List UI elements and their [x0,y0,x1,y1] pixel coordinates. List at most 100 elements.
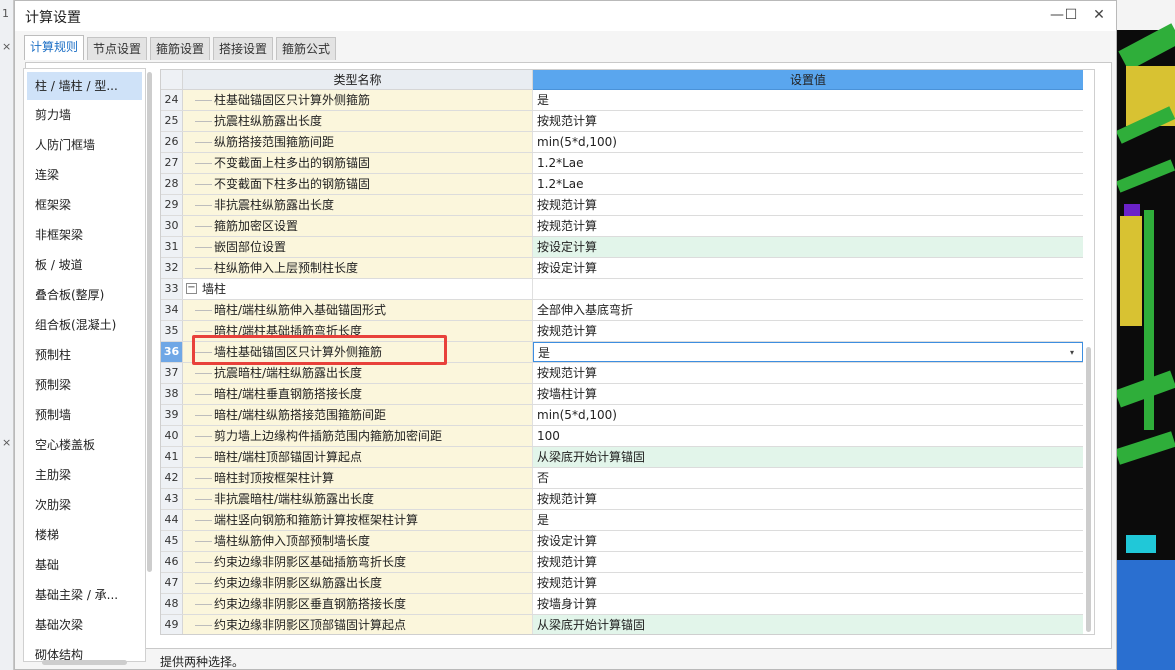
type-name-cell: 端柱竖向钢筋和箍筋计算按框架柱计算 [183,510,533,530]
setting-value-cell[interactable]: 是 [533,90,1083,110]
setting-value-cell[interactable]: 是 [533,510,1083,530]
category-item[interactable]: 空心楼盖板 [24,430,145,460]
table-row[interactable]: 28 不变截面下柱多出的钢筋锚固 1.2*Lae [161,174,1083,195]
category-item[interactable]: 叠合板(整厚) [24,280,145,310]
setting-value-cell[interactable]: 按设定计算 [533,237,1083,257]
group-row[interactable]: 33− 墙柱 [161,279,1083,300]
setting-value-cell[interactable]: 否 [533,468,1083,488]
setting-value-cell[interactable]: 按规范计算 [533,489,1083,509]
table-row[interactable]: 49 约束边缘非阴影区顶部锚固计算起点 从梁底开始计算锚固 [161,615,1083,634]
category-item[interactable]: 人防门框墙 [24,130,145,160]
type-name-cell: 柱纵筋伸入上层预制柱长度 [183,258,533,278]
table-row[interactable]: 31 嵌固部位设置 按设定计算 [161,237,1083,258]
category-item[interactable]: 板 / 坡道 [24,250,145,280]
category-item[interactable]: 连梁 [24,160,145,190]
category-list: 柱 / 墙柱 / 型... 剪力墙 人防门框墙 连梁 框架梁 非框架梁板 / 坡道 叠合板(… [23,68,146,662]
setting-value-cell[interactable]: 按设定计算 [533,531,1083,551]
tab-lap-settings[interactable]: 搭接设置 [213,37,273,60]
category-list-scrollbar[interactable] [146,70,153,572]
background-app-left-strip: 1 × × [0,0,14,670]
setting-value-cell[interactable]: 从梁底开始计算锚固 [533,447,1083,467]
category-item[interactable]: 楼梯 [24,520,145,550]
setting-value-cell[interactable]: 按墙身计算 [533,594,1083,614]
setting-value-cell[interactable]: 按设定计算 [533,258,1083,278]
setting-value-cell[interactable]: 按规范计算 [533,195,1083,215]
table-row[interactable]: 38 暗柱/端柱垂直钢筋搭接长度 按墙柱计算 [161,384,1083,405]
tab-node-settings[interactable]: 节点设置 [87,37,147,60]
category-item[interactable]: 非框架梁 [24,220,145,250]
setting-value-cell[interactable]: 从梁底开始计算锚固 [533,615,1083,634]
tab-stirrup-settings[interactable]: 箍筋设置 [150,37,210,60]
type-name-text: 纵筋搭接范围箍筋间距 [214,135,335,149]
table-row[interactable]: 42 暗柱封顶按框架柱计算 否 [161,468,1083,489]
table-row[interactable]: 46 约束边缘非阴影区基础插筋弯折长度 按规范计算 [161,552,1083,573]
scrollbar-thumb[interactable] [1086,347,1091,632]
row-number: 40 [161,426,183,446]
type-name-cell: 暗柱/端柱垂直钢筋搭接长度 [183,384,533,404]
bg-3d-slab [1126,535,1156,553]
category-item[interactable]: 剪力墙 [24,100,145,130]
category-item[interactable]: 框架梁 [24,190,145,220]
tree-connector [195,100,212,101]
category-item[interactable]: 砌体结构 [24,640,145,661]
category-item[interactable]: 主肋梁 [24,460,145,490]
close-icon[interactable]: ✕ [1085,4,1113,26]
category-item[interactable]: 基础 [24,550,145,580]
category-item[interactable]: 预制梁 [24,370,145,400]
category-item[interactable]: 预制墙 [24,400,145,430]
category-item[interactable]: 预制柱 [24,340,145,370]
table-row[interactable]: 41 暗柱/端柱顶部锚固计算起点 从梁底开始计算锚固 [161,447,1083,468]
table-row[interactable]: 24 柱基础锚固区只计算外侧箍筋 是 [161,90,1083,111]
category-item[interactable]: 柱 / 墙柱 / 型... [27,72,142,100]
setting-value-cell[interactable]: 按墙柱计算 [533,384,1083,404]
tab-calc-rules[interactable]: 计算规则 [24,35,84,60]
setting-value-cell[interactable]: 按规范计算 [533,552,1083,572]
setting-value-cell[interactable]: 1.2*Lae [533,174,1083,194]
tree-connector [195,415,212,416]
setting-value-dropdown[interactable]: 是 ▾ [533,342,1083,362]
setting-value-cell[interactable]: 100 [533,426,1083,446]
setting-value-cell[interactable]: 按规范计算 [533,321,1083,341]
setting-value-cell[interactable]: 全部伸入基底弯折 [533,300,1083,320]
table-row[interactable]: 32 柱纵筋伸入上层预制柱长度 按设定计算 [161,258,1083,279]
table-row[interactable]: 29 非抗震柱纵筋露出长度 按规范计算 [161,195,1083,216]
tree-connector [195,457,212,458]
category-item[interactable]: 次肋梁 [24,490,145,520]
setting-value-cell[interactable]: 按规范计算 [533,216,1083,236]
setting-value-cell[interactable]: 按规范计算 [533,111,1083,131]
table-row[interactable]: 30 箍筋加密区设置 按规范计算 [161,216,1083,237]
tab-stirrup-formula[interactable]: 箍筋公式 [276,37,336,60]
table-row[interactable]: 27 不变截面上柱多出的钢筋锚固 1.2*Lae [161,153,1083,174]
row-number: 39 [161,405,183,425]
setting-value-cell[interactable]: 按规范计算 [533,573,1083,593]
setting-value-cell[interactable] [533,279,1083,299]
setting-value-text: 按规范计算 [537,324,598,338]
table-row[interactable]: 40 剪力墙上边缘构件插筋范围内箍筋加密间距 100 [161,426,1083,447]
table-row[interactable]: 47 约束边缘非阴影区纵筋露出长度 按规范计算 [161,573,1083,594]
table-row[interactable]: 39 暗柱/端柱纵筋搭接范围箍筋间距 min(5*d,100) [161,405,1083,426]
category-item[interactable]: 基础主梁 / 承... [24,580,145,610]
table-row[interactable]: 37 抗震暗柱/端柱纵筋露出长度 按规范计算 [161,363,1083,384]
table-row[interactable]: 45 墙柱纵筋伸入顶部预制墙长度 按设定计算 [161,531,1083,552]
setting-value-cell[interactable]: 按规范计算 [533,363,1083,383]
setting-value-cell[interactable]: min(5*d,100) [533,405,1083,425]
collapse-icon[interactable]: − [186,283,197,294]
table-row[interactable]: 48 约束边缘非阴影区垂直钢筋搭接长度 按墙身计算 [161,594,1083,615]
table-row[interactable]: 25 抗震柱纵筋露出长度 按规范计算 [161,111,1083,132]
chevron-down-icon[interactable]: ▾ [1070,343,1074,363]
scrollbar-thumb[interactable] [147,72,152,572]
category-list-hscrollbar[interactable] [42,660,127,665]
tree-connector [195,163,212,164]
table-row[interactable]: 44 端柱竖向钢筋和箍筋计算按框架柱计算 是 [161,510,1083,531]
maximize-icon[interactable]: ☐ [1057,4,1085,26]
tree-connector [195,373,212,374]
setting-value-cell[interactable]: min(5*d,100) [533,132,1083,152]
setting-value-cell[interactable]: 1.2*Lae [533,153,1083,173]
category-item[interactable]: 基础次梁 [24,610,145,640]
table-row[interactable]: 34 暗柱/端柱纵筋伸入基础锚固形式 全部伸入基底弯折 [161,300,1083,321]
grid-scrollbar[interactable] [1086,71,1092,633]
table-row[interactable]: 43 非抗震暗柱/端柱纵筋露出长度 按规范计算 [161,489,1083,510]
table-row[interactable]: 26 纵筋搭接范围箍筋间距 min(5*d,100) [161,132,1083,153]
type-name-text: 墙柱 [202,282,227,296]
category-item[interactable]: 组合板(混凝土) [24,310,145,340]
